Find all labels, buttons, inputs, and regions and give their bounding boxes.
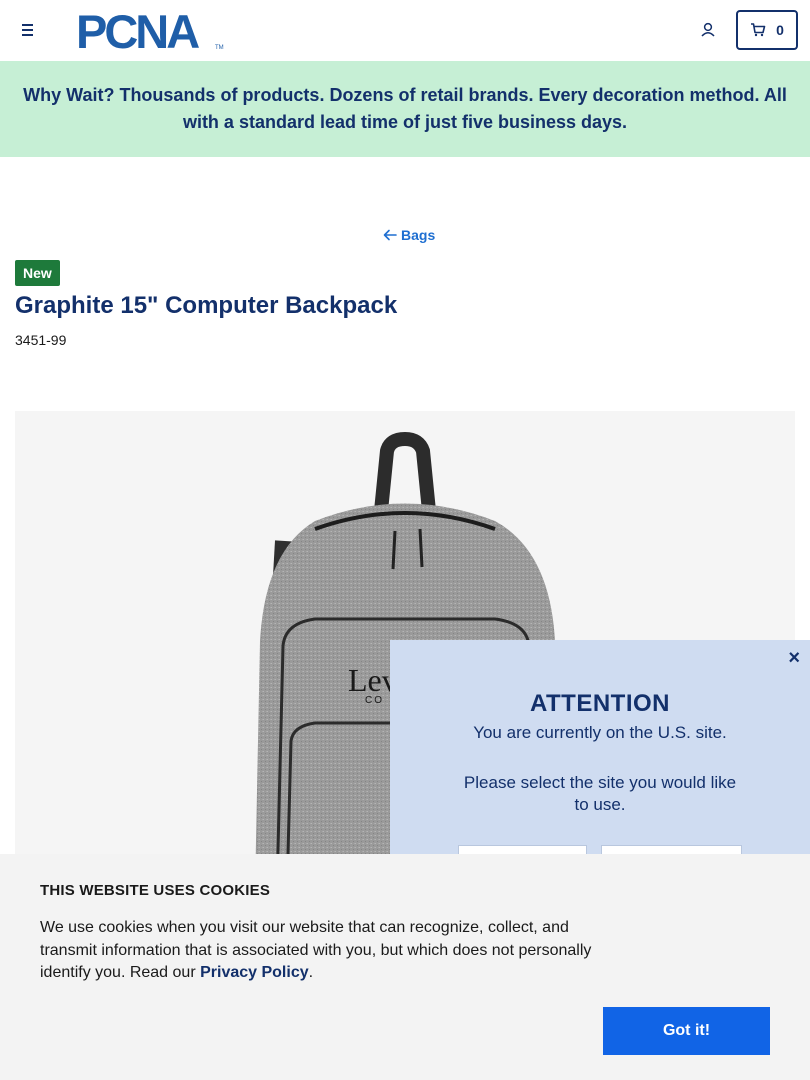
back-to-bags-link[interactable]: Bags <box>383 225 435 245</box>
promo-text: Why Wait? Thousands of products. Dozens … <box>23 85 787 132</box>
new-badge: New <box>15 260 60 286</box>
hamburger-menu-button[interactable] <box>18 20 38 40</box>
logo-text: PCNA <box>76 10 199 52</box>
cookie-heading: THIS WEBSITE USES COOKIES <box>40 882 271 899</box>
privacy-policy-link[interactable]: Privacy Policy <box>200 964 309 981</box>
modal-message: You are currently on the U.S. site. <box>473 723 727 742</box>
product-title: Graphite 15" Computer Backpack <box>15 292 398 319</box>
promo-banner: Why Wait? Thousands of products. Dozens … <box>0 61 810 157</box>
svg-text:CO: CO <box>365 695 384 706</box>
modal-heading: ATTENTION <box>529 690 671 717</box>
cart-icon <box>751 23 766 37</box>
cookie-banner: THIS WEBSITE USES COOKIES We use cookies… <box>0 854 810 1080</box>
cart-button[interactable]: 0 <box>736 10 798 50</box>
site-selection-modal: × ATTENTION You are currently on the U.S… <box>390 640 810 865</box>
cart-count: 0 <box>776 22 784 38</box>
hamburger-icon <box>22 24 33 26</box>
breadcrumb-label: Bags <box>401 227 436 243</box>
got-it-button[interactable]: Got it! <box>603 1007 770 1055</box>
modal-prompt: Please select the site you would like to… <box>463 773 737 814</box>
cookie-text: We use cookies when you visit our websit… <box>40 919 592 981</box>
user-icon <box>701 22 715 37</box>
svg-text:TM: TM <box>215 45 224 51</box>
pcna-logo[interactable]: PCNA TM <box>76 10 226 52</box>
arrow-left-icon <box>383 229 397 241</box>
site-header: PCNA TM 0 <box>0 0 810 61</box>
product-sku: 3451-99 <box>15 332 67 348</box>
account-button[interactable] <box>698 20 718 40</box>
pcna-logo-mark: PCNA TM <box>76 10 224 52</box>
close-icon[interactable]: × <box>788 648 800 668</box>
